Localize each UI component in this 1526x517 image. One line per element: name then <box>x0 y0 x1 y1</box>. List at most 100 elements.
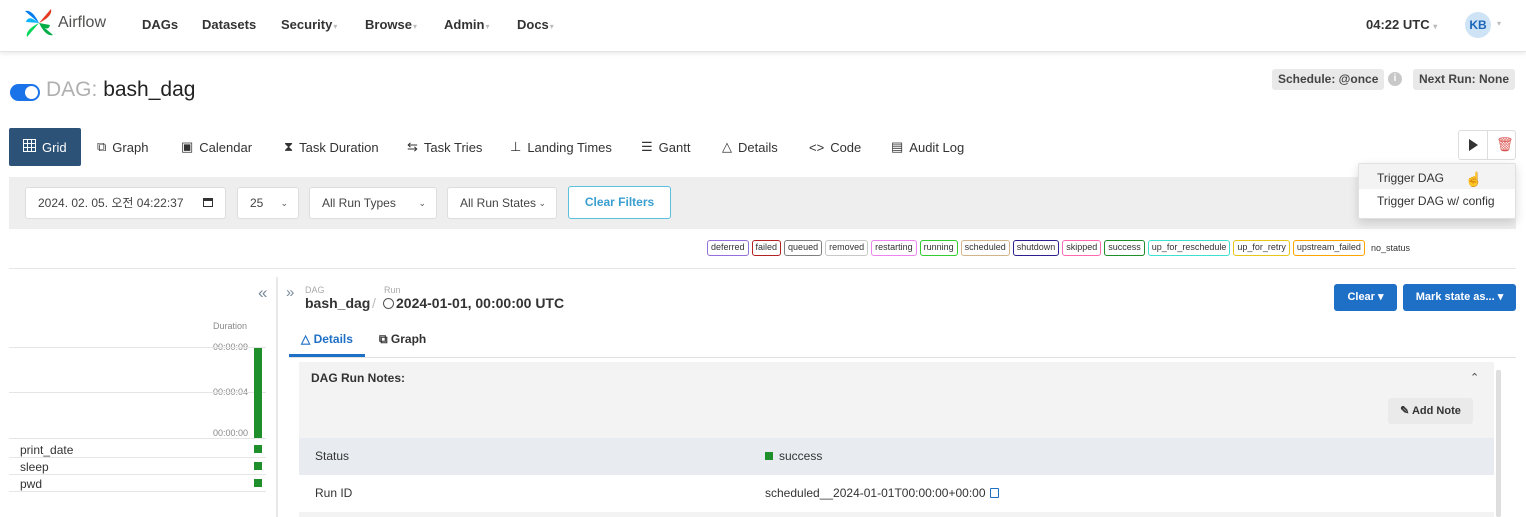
legend-deferred[interactable]: deferred <box>707 240 749 256</box>
copy-icon[interactable] <box>989 488 999 498</box>
nav-dags[interactable]: DAGs <box>142 17 178 32</box>
tab-grid[interactable]: Grid <box>9 128 81 166</box>
legend-upstream-failed[interactable]: upstream_failed <box>1292 240 1365 256</box>
chevron-down-icon: ▾ <box>485 22 490 31</box>
legend-skipped[interactable]: skipped <box>1062 240 1102 256</box>
nav-docs[interactable]: Docs▾ <box>517 17 554 32</box>
duration-tick: 00:00:00 <box>212 428 248 438</box>
hourglass-icon: ⧗ <box>284 139 294 154</box>
dag-title: DAG: bash_dag <box>46 78 196 101</box>
toggle-knob <box>25 86 38 99</box>
tab-graph[interactable]: ⧉ Graph <box>97 128 148 166</box>
task-instance-status[interactable] <box>254 445 262 453</box>
tab-gantt[interactable]: ☰ Gantt <box>641 128 690 166</box>
chevron-down-icon: ⌄ <box>418 198 426 208</box>
chevron-down-icon[interactable]: ▾ <box>1497 19 1501 28</box>
legend-up-for-reschedule[interactable]: up_for_reschedule <box>1147 240 1231 256</box>
tab-task-duration[interactable]: ⧗ Task Duration <box>284 128 379 166</box>
panel-divider[interactable] <box>276 277 278 517</box>
tab-calendar[interactable]: ▣ Calendar <box>181 128 252 166</box>
detail-row-status: Status success <box>299 438 1494 475</box>
chevron-down-icon: ⌄ <box>280 198 288 208</box>
nav-browse[interactable]: Browse▾ <box>365 17 417 32</box>
task-row[interactable]: sleep <box>9 458 266 475</box>
task-instance-status[interactable] <box>254 479 262 487</box>
dag-run-duration-bar[interactable] <box>254 348 262 438</box>
timezone-menu[interactable]: 04:22 UTC ▾ <box>1366 17 1437 32</box>
gridline <box>9 438 266 439</box>
row-value: success <box>765 449 822 463</box>
collapse-left-icon[interactable]: « <box>258 283 267 303</box>
add-note-button[interactable]: ✎ Add Note <box>1388 398 1473 424</box>
top-navbar: Airflow DAGs Datasets Security▾ Browse▾ … <box>0 0 1526 52</box>
task-instance-status[interactable] <box>254 462 262 470</box>
breadcrumb-dag[interactable]: bash_dag <box>305 295 370 311</box>
legend-up-for-retry[interactable]: up_for_retry <box>1233 240 1290 256</box>
clear-filters-button[interactable]: Clear Filters <box>568 186 671 219</box>
legend-removed[interactable]: removed <box>825 240 869 256</box>
subtab-details[interactable]: △ Details <box>301 332 353 346</box>
chevron-up-icon[interactable]: ⌃ <box>1470 371 1479 384</box>
user-avatar[interactable]: KB <box>1465 12 1491 38</box>
breadcrumb-run[interactable]: 2024-01-01, 00:00:00 UTC <box>383 295 564 311</box>
legend-failed[interactable]: failed <box>751 240 782 256</box>
nav-datasets[interactable]: Datasets <box>202 17 256 32</box>
next-run-badge: Next Run: None <box>1413 69 1515 90</box>
hand-cursor-icon: ☝ <box>1465 171 1483 187</box>
status-square-icon <box>765 452 773 460</box>
chevron-down-icon: ▾ <box>412 22 417 31</box>
nav-admin[interactable]: Admin▾ <box>444 17 489 32</box>
task-row[interactable]: pwd <box>9 475 266 492</box>
scrollbar[interactable] <box>1496 370 1501 517</box>
calendar-icon[interactable] <box>203 198 213 207</box>
menu-item-trigger-dag-config[interactable]: Trigger DAG w/ config <box>1377 194 1495 208</box>
calendar-icon: ▣ <box>181 139 194 154</box>
divider <box>9 268 1516 269</box>
play-icon[interactable] <box>1469 139 1478 151</box>
mark-state-button[interactable]: Mark state as... ▾ <box>1403 284 1516 311</box>
info-icon[interactable]: i <box>1388 72 1402 86</box>
subtab-graph[interactable]: ⧉ Graph <box>379 332 426 347</box>
breadcrumb-separator: / <box>372 295 376 311</box>
airflow-logo-icon[interactable] <box>22 6 56 40</box>
notes-title[interactable]: DAG Run Notes: <box>311 371 405 385</box>
num-runs-select[interactable]: 25 ⌄ <box>237 187 299 219</box>
row-value: scheduled__2024-01-01T00:00:00+00:00 <box>765 486 999 500</box>
breadcrumb-dag-caption: DAG <box>305 285 325 295</box>
tab-landing-times[interactable]: ⊥ Landing Times <box>510 128 612 166</box>
warning-triangle-icon: △ <box>301 332 311 346</box>
expand-right-icon[interactable]: » <box>286 284 294 301</box>
legend-restarting[interactable]: restarting <box>871 240 917 256</box>
schedule-badge: Schedule: @once <box>1272 69 1385 90</box>
pencil-icon: ✎ <box>1400 405 1410 417</box>
legend-scheduled[interactable]: scheduled <box>960 240 1010 256</box>
plane-landing-icon: ⊥ <box>510 139 522 154</box>
tab-task-tries[interactable]: ⇆ Task Tries <box>407 128 482 166</box>
run-type-select[interactable]: All Run Types ⌄ <box>309 187 437 219</box>
tab-details[interactable]: △ Details <box>722 128 778 166</box>
state-legend: deferred failed queued removed restarting run… <box>707 240 1413 256</box>
row-label: Run ID <box>315 486 353 500</box>
dag-actions: 🗑 <box>1458 130 1516 160</box>
trash-icon[interactable]: 🗑 <box>1496 136 1514 153</box>
retry-icon: ⇆ <box>407 139 418 154</box>
legend-running[interactable]: running <box>919 240 958 256</box>
task-row[interactable]: print_date <box>9 441 266 458</box>
legend-success[interactable]: success <box>1104 240 1145 256</box>
tab-audit-log[interactable]: ▤ Audit Log <box>891 128 964 166</box>
gantt-icon: ☰ <box>641 139 653 154</box>
menu-item-trigger-dag[interactable]: Trigger DAG <box>1377 171 1444 185</box>
brand-name[interactable]: Airflow <box>58 14 106 32</box>
base-date-input[interactable]: 2024. 02. 05. 오전 04:22:37 <box>25 187 226 219</box>
nav-security[interactable]: Security▾ <box>281 17 337 32</box>
gridline <box>9 392 266 393</box>
legend-shutdown[interactable]: shutdown <box>1012 240 1060 256</box>
run-state-select[interactable]: All Run States ⌄ <box>447 187 557 219</box>
legend-queued[interactable]: queued <box>784 240 823 256</box>
breadcrumb-run-caption: Run <box>384 285 401 295</box>
grid-icon <box>23 139 36 155</box>
tab-code[interactable]: <> Code <box>809 128 861 166</box>
clear-run-button[interactable]: Clear ▾ <box>1334 284 1397 311</box>
legend-no-status[interactable]: no_status <box>1368 240 1413 256</box>
dag-pause-toggle[interactable] <box>10 84 40 101</box>
